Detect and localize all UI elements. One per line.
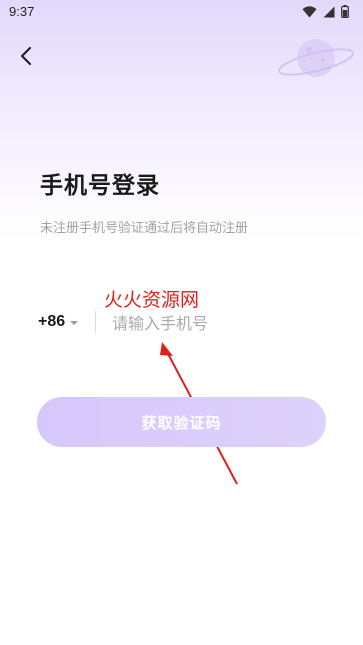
status-icons	[302, 5, 349, 18]
planet-decoration-icon	[278, 39, 354, 77]
status-time: 9:37	[9, 4, 35, 19]
back-button[interactable]	[12, 42, 40, 70]
country-code-selector[interactable]: +86	[38, 313, 79, 331]
phone-input[interactable]	[112, 309, 322, 337]
page-title: 手机号登录	[40, 173, 160, 199]
signal-icon	[323, 6, 335, 17]
country-code-label: +86	[38, 313, 66, 330]
status-bar: 9:37	[0, 0, 363, 26]
chevron-left-icon	[20, 46, 32, 66]
get-code-button[interactable]: 获取验证码	[37, 397, 326, 447]
caret-down-icon	[70, 321, 79, 325]
wifi-icon	[302, 5, 317, 17]
battery-icon	[341, 5, 349, 18]
divider	[95, 311, 96, 333]
page-subtitle: 未注册手机号验证通过后将自动注册	[40, 221, 249, 236]
watermark-text: 火火资源网	[104, 289, 200, 311]
